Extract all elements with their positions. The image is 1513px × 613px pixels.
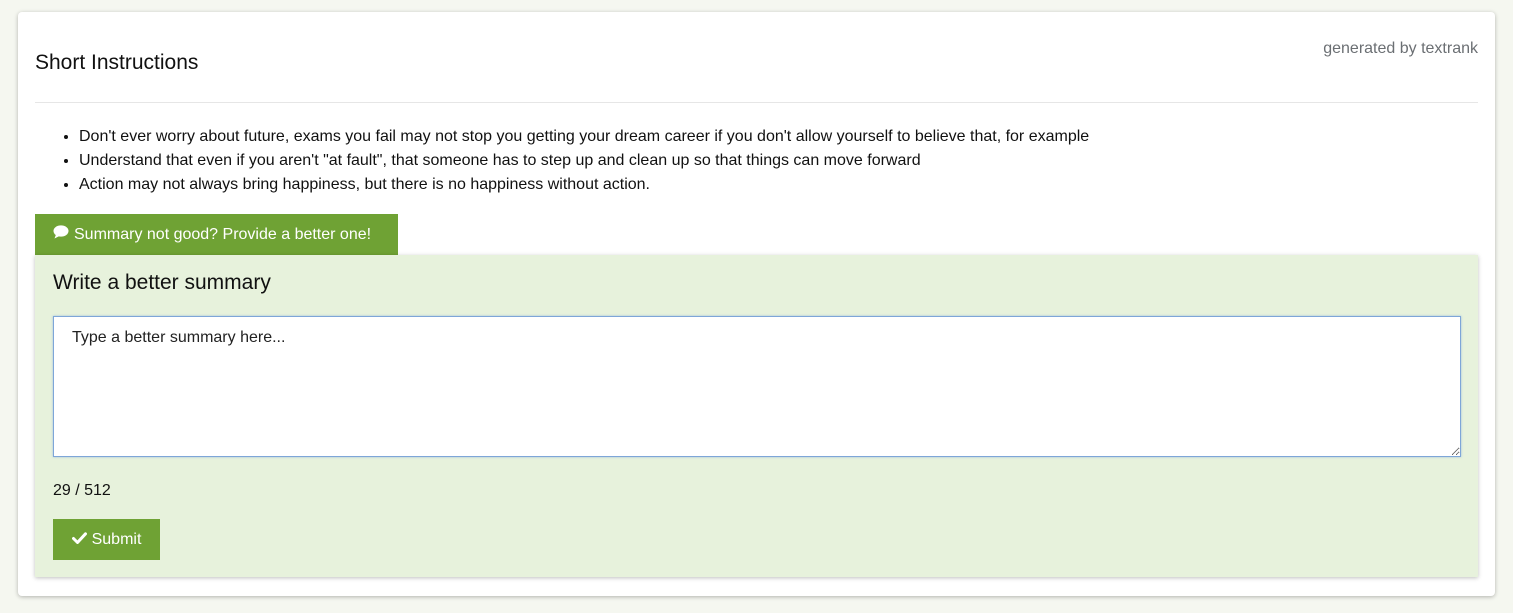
comment-icon — [53, 225, 69, 244]
provide-better-summary-button[interactable]: Summary not good? Provide a better one! — [35, 214, 398, 255]
list-item: Understand that even if you aren't "at f… — [79, 149, 1089, 173]
provide-better-summary-label: Summary not good? Provide a better one! — [74, 225, 372, 243]
list-item: Don't ever worry about future, exams you… — [79, 125, 1089, 149]
submit-label: Submit — [91, 530, 142, 548]
better-summary-title: Write a better summary — [53, 271, 271, 294]
better-summary-panel: Write a better summary 29 / 512 Submit — [35, 255, 1478, 577]
instructions-card: Short Instructions generated by textrank… — [18, 12, 1495, 596]
page-title: Short Instructions — [35, 51, 199, 74]
card-header: Short Instructions generated by textrank — [35, 12, 1478, 103]
submit-button[interactable]: Submit — [53, 519, 160, 560]
summary-list: Don't ever worry about future, exams you… — [35, 125, 1089, 197]
character-counter: 29 / 512 — [53, 482, 111, 499]
check-icon — [71, 531, 87, 549]
generated-by-label: generated by textrank — [1323, 40, 1478, 57]
better-summary-textarea[interactable] — [53, 316, 1461, 457]
list-item: Action may not always bring happiness, b… — [79, 173, 1089, 197]
